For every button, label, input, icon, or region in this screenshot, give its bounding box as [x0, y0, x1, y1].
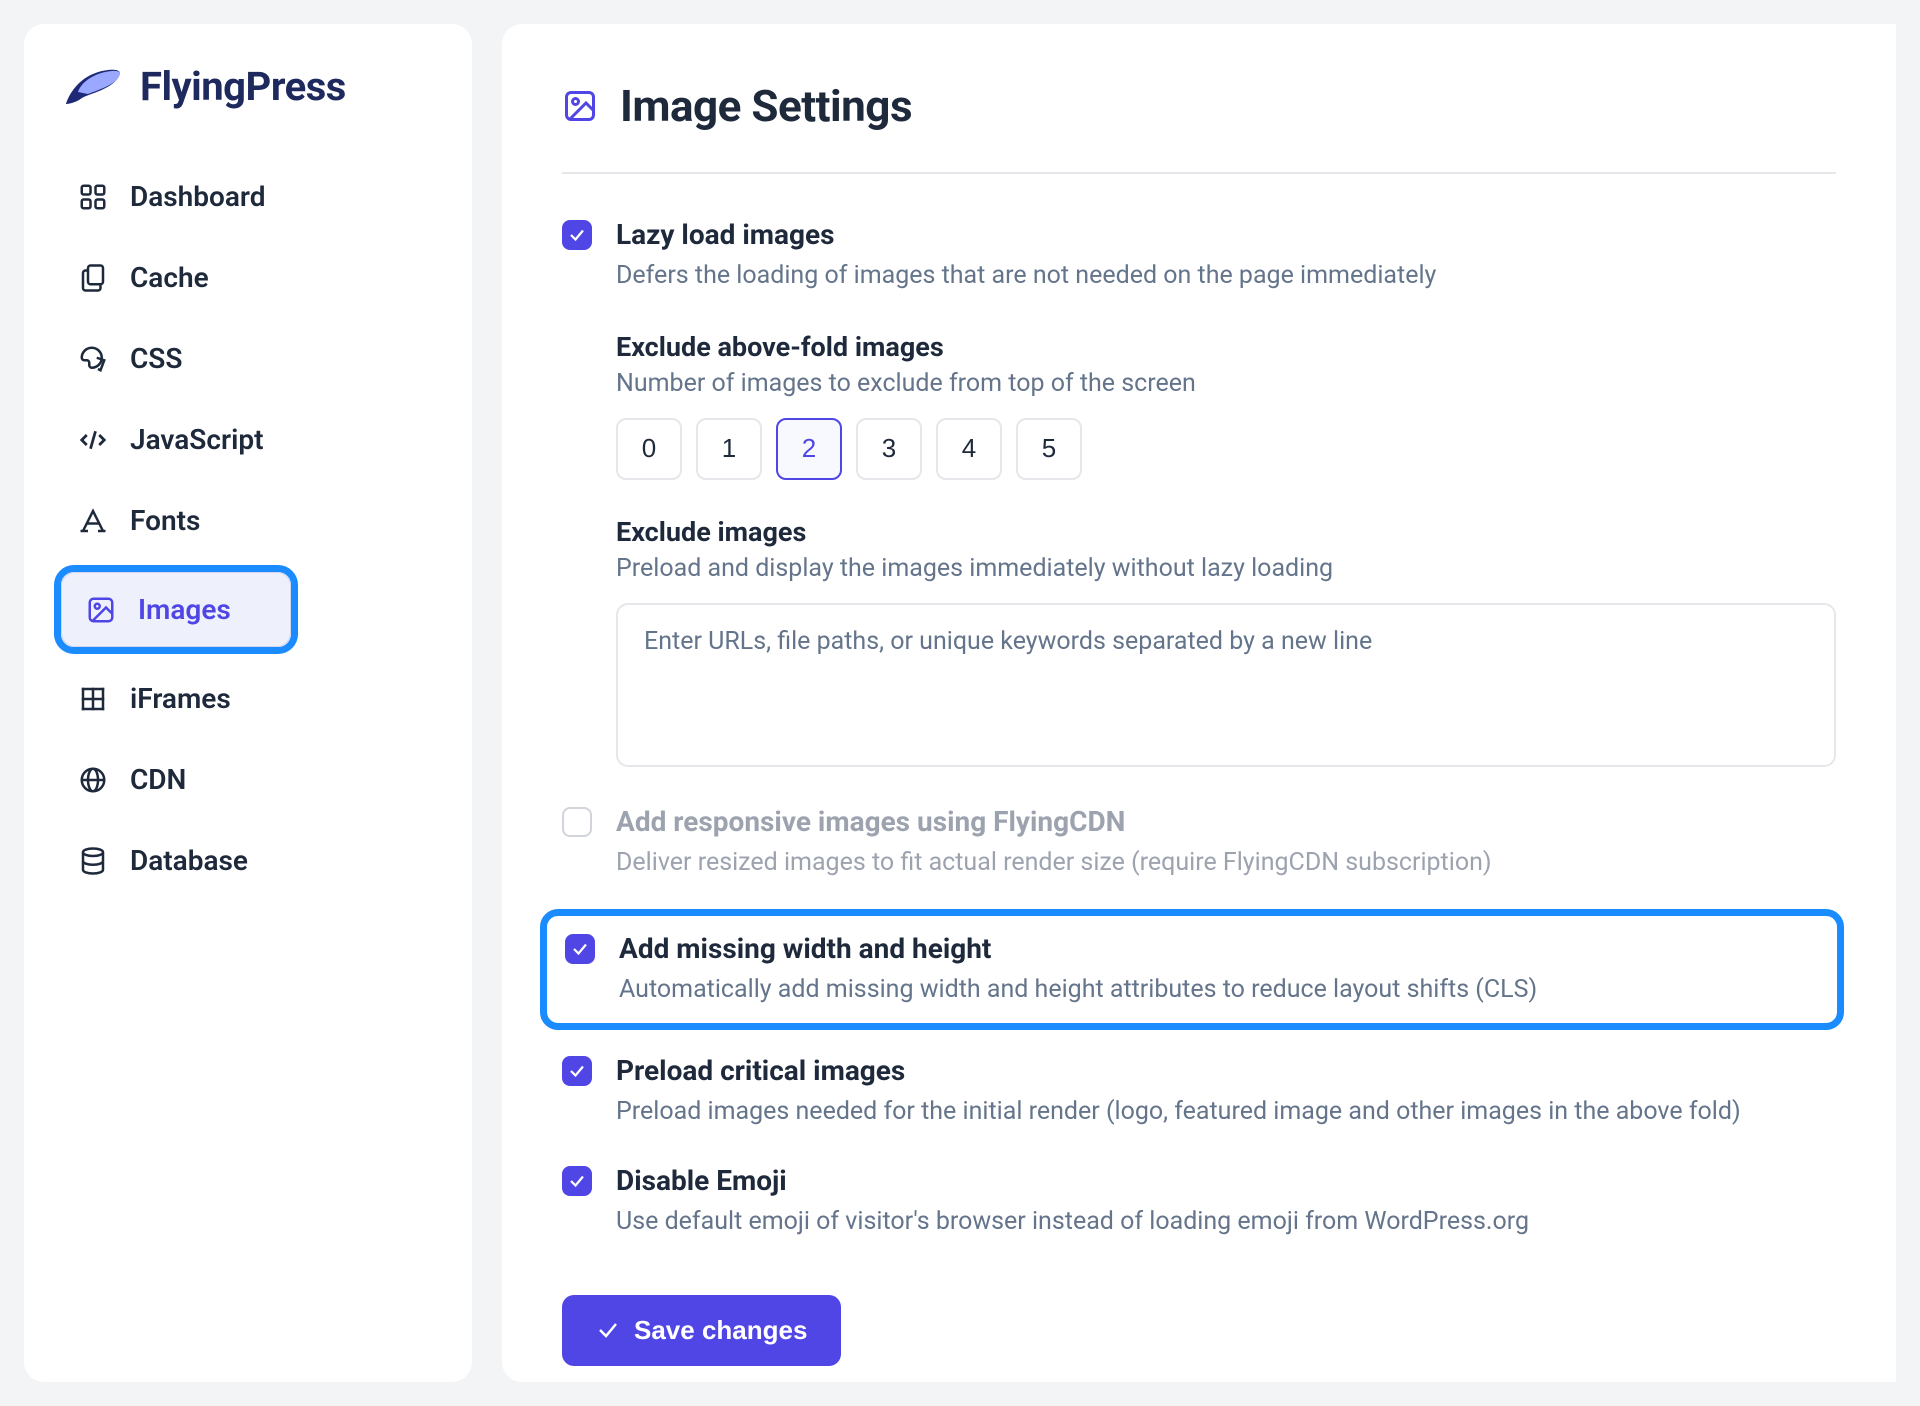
- exclude-above-fold-desc: Number of images to exclude from top of …: [616, 369, 1836, 398]
- sidebar: FlyingPress Dashboard Cache CSS JavaScri…: [24, 24, 472, 1382]
- nav-label: Images: [138, 593, 231, 626]
- add-dimensions-highlight: Add missing width and height Automatical…: [540, 909, 1844, 1030]
- sidebar-item-iframes[interactable]: iFrames: [54, 662, 442, 735]
- check-icon: [596, 1318, 620, 1342]
- add-dimensions-checkbox[interactable]: [565, 934, 595, 964]
- nav-label: CDN: [130, 763, 186, 796]
- sidebar-item-javascript[interactable]: JavaScript: [54, 403, 442, 476]
- sidebar-item-images[interactable]: Images: [61, 572, 291, 647]
- nav-label: CSS: [130, 342, 183, 375]
- sidebar-item-images-highlight: Images: [54, 565, 298, 654]
- app-name: FlyingPress: [140, 63, 346, 110]
- disable-emoji-checkbox[interactable]: [562, 1166, 592, 1196]
- sidebar-item-cache[interactable]: Cache: [54, 241, 442, 314]
- exclude-above-fold-section: Exclude above-fold images Number of imag…: [616, 331, 1836, 480]
- sidebar-item-dashboard[interactable]: Dashboard: [54, 160, 442, 233]
- preload-critical-title: Preload critical images: [616, 1054, 1836, 1087]
- add-dimensions-title: Add missing width and height: [619, 932, 1819, 965]
- check-icon: [568, 1172, 586, 1190]
- nav-label: Fonts: [130, 504, 200, 537]
- exclude-images-section: Exclude images Preload and display the i…: [616, 516, 1836, 771]
- exclude-option-3[interactable]: 3: [856, 418, 922, 480]
- lazy-load-desc: Defers the loading of images that are no…: [616, 257, 1836, 295]
- lazy-load-checkbox[interactable]: [562, 220, 592, 250]
- check-icon: [568, 226, 586, 244]
- preload-critical-checkbox[interactable]: [562, 1056, 592, 1086]
- app-logo: FlyingPress: [54, 62, 442, 110]
- responsive-cdn-checkbox[interactable]: [562, 807, 592, 837]
- setting-add-dimensions: Add missing width and height Automatical…: [565, 932, 1819, 1009]
- image-icon: [562, 88, 598, 124]
- disable-emoji-title: Disable Emoji: [616, 1164, 1836, 1197]
- preload-critical-desc: Preload images needed for the initial re…: [616, 1093, 1836, 1131]
- main-panel: Image Settings Lazy load images Defers t…: [502, 24, 1896, 1382]
- save-button[interactable]: Save changes: [562, 1295, 841, 1366]
- save-button-label: Save changes: [634, 1315, 807, 1346]
- lazy-load-title: Lazy load images: [616, 218, 1836, 251]
- add-dimensions-desc: Automatically add missing width and heig…: [619, 971, 1819, 1009]
- responsive-cdn-desc: Deliver resized images to fit actual ren…: [616, 844, 1836, 882]
- setting-preload-critical: Preload critical images Preload images n…: [562, 1054, 1836, 1131]
- exclude-option-0[interactable]: 0: [616, 418, 682, 480]
- setting-responsive-cdn: Add responsive images using FlyingCDN De…: [562, 805, 1836, 882]
- nav-label: iFrames: [130, 682, 231, 715]
- page-title: Image Settings: [620, 80, 912, 132]
- page-header: Image Settings: [562, 80, 1836, 174]
- exclude-images-title: Exclude images: [616, 516, 1836, 548]
- nav-label: Cache: [130, 261, 209, 294]
- exclude-option-2[interactable]: 2: [776, 418, 842, 480]
- exclude-option-5[interactable]: 5: [1016, 418, 1082, 480]
- sidebar-item-database[interactable]: Database: [54, 824, 442, 897]
- exclude-option-4[interactable]: 4: [936, 418, 1002, 480]
- nav-label: Dashboard: [130, 180, 266, 213]
- check-icon: [568, 1062, 586, 1080]
- sidebar-item-cdn[interactable]: CDN: [54, 743, 442, 816]
- exclude-option-1[interactable]: 1: [696, 418, 762, 480]
- setting-disable-emoji: Disable Emoji Use default emoji of visit…: [562, 1164, 1836, 1241]
- sidebar-item-css[interactable]: CSS: [54, 322, 442, 395]
- logo-icon: [60, 62, 124, 110]
- responsive-cdn-title: Add responsive images using FlyingCDN: [616, 805, 1836, 838]
- nav: Dashboard Cache CSS JavaScript Fonts: [54, 160, 442, 897]
- exclude-above-fold-title: Exclude above-fold images: [616, 331, 1836, 363]
- exclude-images-textarea[interactable]: [616, 603, 1836, 767]
- nav-label: Database: [130, 844, 248, 877]
- sidebar-item-fonts[interactable]: Fonts: [54, 484, 442, 557]
- nav-label: JavaScript: [130, 423, 264, 456]
- exclude-count-options: 0 1 2 3 4 5: [616, 418, 1836, 480]
- exclude-images-desc: Preload and display the images immediate…: [616, 554, 1836, 583]
- disable-emoji-desc: Use default emoji of visitor's browser i…: [616, 1203, 1836, 1241]
- setting-lazy-load: Lazy load images Defers the loading of i…: [562, 218, 1836, 771]
- check-icon: [571, 940, 589, 958]
